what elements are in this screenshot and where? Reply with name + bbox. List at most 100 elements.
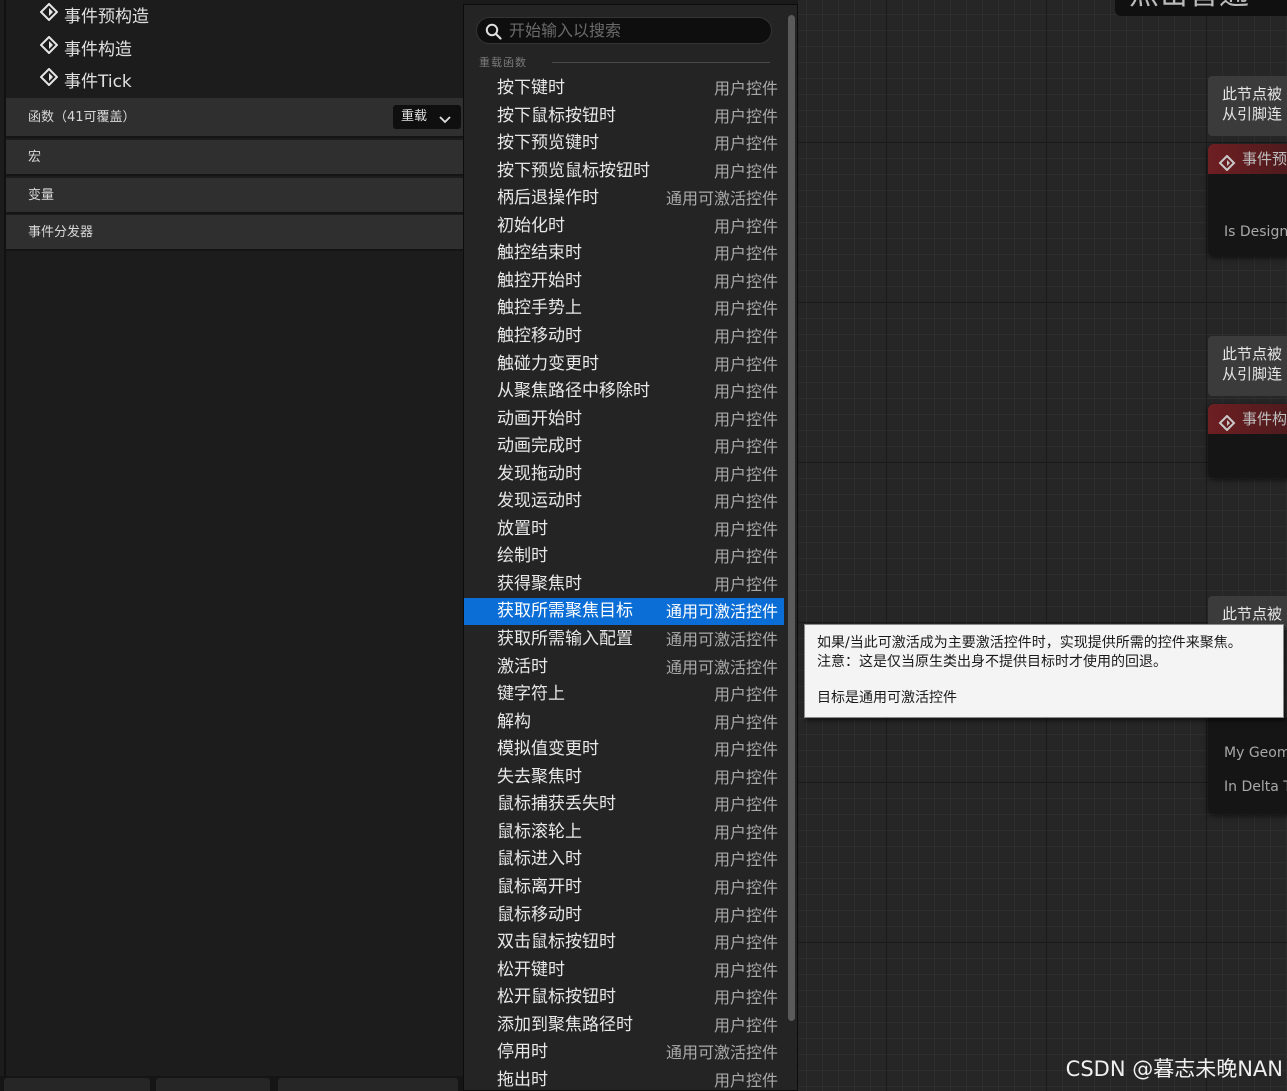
- override-function-menu: 重载函数 按下键时用户控件按下鼠标按钮时用户控件按下预览键时用户控件按下预览鼠标…: [463, 4, 798, 1091]
- menu-item[interactable]: 解构 用户控件: [464, 709, 784, 736]
- dispatchers-label: 事件分发器: [28, 225, 94, 240]
- node-title: 事件预: [1242, 150, 1287, 168]
- menu-item[interactable]: 鼠标滚轮上 用户控件: [464, 819, 784, 846]
- comment-text: 从引脚连: [1222, 105, 1283, 123]
- menu-item-name: 触控移动时: [497, 326, 582, 346]
- menu-item[interactable]: 按下鼠标按钮时 用户控件: [464, 103, 784, 130]
- bottom-tab[interactable]: [4, 1078, 150, 1091]
- comment-text: 此节点被: [1222, 345, 1283, 363]
- search-box[interactable]: [476, 17, 772, 44]
- event-item[interactable]: 事件预构造: [39, 1, 149, 27]
- menu-item[interactable]: 获得聚焦时 用户控件: [464, 571, 784, 598]
- menu-item-name: 松开键时: [497, 960, 565, 980]
- menu-item[interactable]: 获取所需聚焦目标 通用可激活控件: [464, 598, 784, 625]
- menu-item-target: 用户控件: [713, 878, 778, 897]
- node-pin-label: In Delta T: [1224, 779, 1287, 795]
- menu-item[interactable]: 鼠标移动时 用户控件: [464, 902, 784, 929]
- menu-item[interactable]: 绘制时 用户控件: [464, 543, 784, 570]
- menu-item[interactable]: 按下预览鼠标按钮时 用户控件: [464, 158, 784, 185]
- menu-item[interactable]: 模拟值变更时 用户控件: [464, 736, 784, 763]
- menu-item[interactable]: 激活时 通用可激活控件: [464, 654, 784, 681]
- menu-item[interactable]: 动画完成时 用户控件: [464, 433, 784, 460]
- menu-item-target: 用户控件: [713, 382, 778, 401]
- category-label: 重载函数: [479, 56, 527, 69]
- menu-item[interactable]: 鼠标捕获丢失时 用户控件: [464, 791, 784, 818]
- event-node[interactable]: 事件构: [1208, 404, 1287, 478]
- menu-item-target: 用户控件: [713, 465, 778, 484]
- menu-item[interactable]: 鼠标进入时 用户控件: [464, 846, 784, 873]
- node-title: 事件构: [1242, 410, 1287, 428]
- menu-item[interactable]: 松开键时 用户控件: [464, 957, 784, 984]
- menu-item[interactable]: 触碰力变更时 用户控件: [464, 351, 784, 378]
- menu-item[interactable]: 发现拖动时 用户控件: [464, 461, 784, 488]
- menu-item-target: 用户控件: [713, 547, 778, 566]
- menu-item[interactable]: 触控移动时 用户控件: [464, 323, 784, 350]
- comment-box[interactable]: 此节点被 从引脚连: [1208, 76, 1287, 136]
- menu-item-name: 触控手势上: [497, 298, 582, 318]
- menu-item-target: 用户控件: [713, 437, 778, 456]
- menu-item-target: 用户控件: [713, 410, 778, 429]
- menu-item-target: 通用可激活控件: [665, 602, 778, 621]
- menu-item[interactable]: 停用时 通用可激活控件: [464, 1039, 784, 1066]
- menu-item[interactable]: 初始化时 用户控件: [464, 213, 784, 240]
- menu-item[interactable]: 添加到聚焦路径时 用户控件: [464, 1012, 784, 1039]
- functions-label: 函数（41可覆盖）: [28, 110, 136, 125]
- menu-item[interactable]: 触控手势上 用户控件: [464, 295, 784, 322]
- menu-item[interactable]: 触控开始时 用户控件: [464, 268, 784, 295]
- menu-item[interactable]: 发现运动时 用户控件: [464, 488, 784, 515]
- menu-item[interactable]: 从聚焦路径中移除时 用户控件: [464, 378, 784, 405]
- menu-item-name: 解构: [497, 712, 531, 732]
- menu-item-name: 激活时: [497, 657, 548, 677]
- event-item[interactable]: 事件构造: [39, 34, 132, 60]
- menu-item-name: 发现运动时: [497, 491, 582, 511]
- bottom-tab-bar: [0, 1076, 463, 1091]
- menu-item[interactable]: 拖出时 用户控件: [464, 1067, 784, 1091]
- node-pin-label: My Geom: [1224, 745, 1287, 761]
- menu-item[interactable]: 触控结束时 用户控件: [464, 240, 784, 267]
- menu-item-name: 双击鼠标按钮时: [497, 932, 616, 952]
- node-pin-label: Is Design: [1224, 224, 1287, 240]
- macros-section-header[interactable]: 宏: [6, 140, 463, 176]
- menu-item[interactable]: 柄后退操作时 通用可激活控件: [464, 185, 784, 212]
- event-node[interactable]: 事件预 Is Design: [1208, 144, 1287, 256]
- tick-node[interactable]: My Geom In Delta T: [1208, 718, 1287, 814]
- menu-item[interactable]: 松开鼠标按钮时 用户控件: [464, 984, 784, 1011]
- search-icon: [485, 23, 502, 44]
- bottom-tab[interactable]: [278, 1078, 458, 1091]
- event-diamond-icon: [39, 2, 59, 26]
- comment-text: 此节点被: [1222, 605, 1283, 623]
- menu-item-name: 按下预览键时: [497, 133, 599, 153]
- search-input[interactable]: [509, 20, 759, 41]
- menu-item[interactable]: 鼠标离开时 用户控件: [464, 874, 784, 901]
- menu-item[interactable]: 按下预览键时 用户控件: [464, 130, 784, 157]
- menu-item-name: 鼠标进入时: [497, 849, 582, 869]
- menu-item-name: 获得聚焦时: [497, 574, 582, 594]
- menu-item-target: 用户控件: [713, 685, 778, 704]
- variables-section-header[interactable]: 变量: [6, 178, 463, 214]
- my-blueprint-panel: 事件预构造 事件构造 事件Tick 函数（41可覆盖） 重载 宏 变量 事件分发…: [0, 0, 463, 1091]
- event-item[interactable]: 事件Tick: [39, 66, 132, 92]
- bottom-tab[interactable]: [156, 1078, 270, 1091]
- menu-scrollbar[interactable]: [788, 15, 795, 1021]
- functions-section-header[interactable]: 函数（41可覆盖） 重载: [6, 98, 463, 138]
- graph-editor[interactable]: 点击普通 此节点被 从引脚连 事件预 Is Design 此节点被 从引脚连 事…: [798, 0, 1287, 1091]
- menu-item-name: 按下鼠标按钮时: [497, 106, 616, 126]
- menu-item[interactable]: 键字符上 用户控件: [464, 681, 784, 708]
- menu-item[interactable]: 放置时 用户控件: [464, 516, 784, 543]
- comment-box[interactable]: 此节点被 从引脚连: [1208, 336, 1287, 396]
- menu-item[interactable]: 双击鼠标按钮时 用户控件: [464, 929, 784, 956]
- override-dropdown-button[interactable]: 重载: [393, 105, 461, 129]
- menu-item[interactable]: 失去聚焦时 用户控件: [464, 764, 784, 791]
- menu-item-target: 用户控件: [713, 768, 778, 787]
- menu-item-name: 柄后退操作时: [497, 188, 599, 208]
- menu-item-name: 鼠标滚轮上: [497, 822, 582, 842]
- dispatchers-section-header[interactable]: 事件分发器: [6, 215, 463, 251]
- menu-item[interactable]: 动画开始时 用户控件: [464, 406, 784, 433]
- menu-item-name: 鼠标移动时: [497, 905, 582, 925]
- menu-item-target: 用户控件: [713, 795, 778, 814]
- tooltip-text: 注意：这是仅当原生类出身不提供目标时才使用的回退。: [817, 654, 1167, 670]
- menu-item-target: 用户控件: [713, 79, 778, 98]
- menu-item[interactable]: 获取所需输入配置 通用可激活控件: [464, 626, 784, 653]
- menu-item[interactable]: 按下键时 用户控件: [464, 75, 784, 102]
- menu-item-target: 用户控件: [713, 988, 778, 1007]
